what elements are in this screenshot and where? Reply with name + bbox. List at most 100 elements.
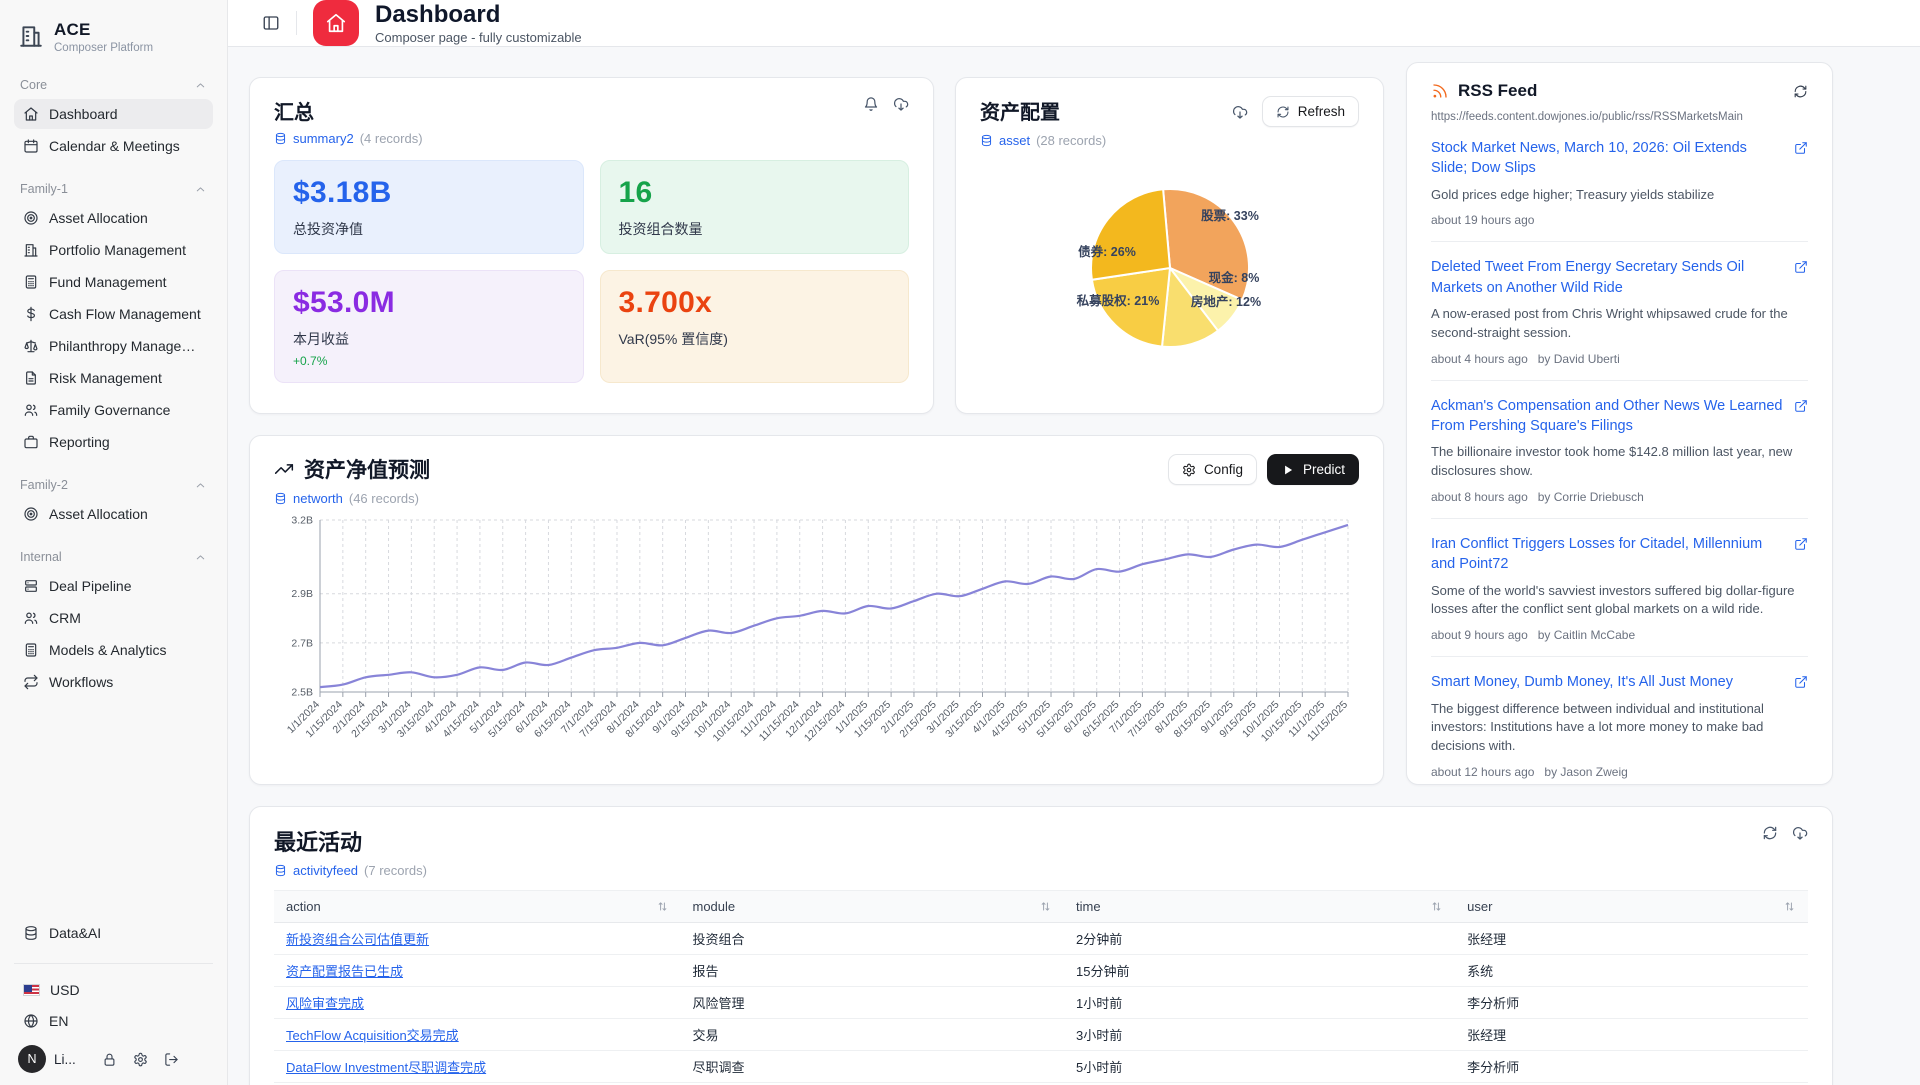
database-icon <box>274 492 287 505</box>
cloud-download-icon[interactable] <box>1792 825 1808 841</box>
rss-feed-card: RSS Feed https://feeds.content.dowjones.… <box>1406 62 1833 785</box>
chevron-up-icon[interactable] <box>194 183 207 196</box>
svg-text:2.9B: 2.9B <box>291 588 313 600</box>
cloud-download-icon[interactable] <box>893 96 909 112</box>
rss-item-link[interactable]: Iran Conflict Triggers Losses for Citade… <box>1431 534 1784 575</box>
sidebar-item-cash-flow-management[interactable]: Cash Flow Management <box>14 299 213 329</box>
rss-item-desc: The billionaire investor took home $142.… <box>1431 443 1808 481</box>
datasource-link[interactable]: summary2 <box>293 131 354 146</box>
sidebar-toggle-button[interactable] <box>262 14 280 32</box>
column-header-action[interactable]: action <box>274 891 681 923</box>
external-link-icon[interactable] <box>1794 537 1808 551</box>
app: ACE Composer Platform Core Dashboard Cal… <box>0 0 1920 1085</box>
target-icon <box>23 210 39 226</box>
dollar-icon <box>23 306 39 322</box>
refresh-icon[interactable] <box>1762 825 1778 841</box>
content: 汇总 summary2 (4 records) <box>228 47 1920 1085</box>
sidebar-item-dashboard[interactable]: Dashboard <box>14 99 213 129</box>
rss-item-link[interactable]: Smart Money, Dumb Money, It's All Just M… <box>1431 672 1784 692</box>
database-icon <box>23 925 39 941</box>
logout-button[interactable] <box>164 1052 179 1067</box>
sidebar-item-crm[interactable]: CRM <box>14 603 213 633</box>
svg-text:3.2B: 3.2B <box>291 515 313 527</box>
stat-value: 16 <box>619 176 891 210</box>
config-button[interactable]: Config <box>1168 454 1257 485</box>
refresh-button[interactable]: Refresh <box>1262 96 1359 127</box>
sidebar-item-models-analytics[interactable]: Models & Analytics <box>14 635 213 665</box>
stat-label: 本月收益 <box>293 329 565 349</box>
app-title: ACE <box>54 20 153 40</box>
datasource-link[interactable]: networth <box>293 491 343 506</box>
refresh-icon <box>1276 105 1290 119</box>
sidebar-item-philanthropy-management[interactable]: Philanthropy Management <box>14 331 213 361</box>
avatar[interactable]: N <box>18 1045 46 1073</box>
predict-button[interactable]: Predict <box>1267 454 1359 485</box>
sort-icon[interactable] <box>656 900 669 913</box>
sidebar-item-data-ai[interactable]: Data&AI <box>14 918 213 948</box>
chevron-up-icon[interactable] <box>194 479 207 492</box>
sidebar-item-asset-allocation[interactable]: Asset Allocation <box>14 203 213 233</box>
external-link-icon[interactable] <box>1794 399 1808 413</box>
sidebar-item-asset-allocation-2[interactable]: Asset Allocation <box>14 499 213 529</box>
bell-icon[interactable] <box>863 96 879 112</box>
external-link-icon[interactable] <box>1794 141 1808 155</box>
external-link-icon[interactable] <box>1794 675 1808 689</box>
cloud-download-icon[interactable] <box>1232 104 1248 120</box>
external-link-icon[interactable] <box>1794 260 1808 274</box>
svg-text:2.7B: 2.7B <box>291 637 313 649</box>
table-row: 资产配置报告已生成 报告 15分钟前 系统 <box>274 955 1808 987</box>
sidebar-item-reporting[interactable]: Reporting <box>14 427 213 457</box>
rss-item-link[interactable]: Deleted Tweet From Energy Secretary Send… <box>1431 257 1784 298</box>
calculator-icon <box>23 642 39 658</box>
allocation-datasource: asset (28 records) <box>980 133 1359 148</box>
rss-item: Stock Market News, March 10, 2026: Oil E… <box>1431 123 1808 242</box>
currency-selector[interactable]: USD <box>14 975 213 1005</box>
asset-allocation-pie-chart: 股票: 33%现金: 8%房地产: 12%私募股权: 21%债券: 26% <box>980 152 1359 384</box>
users-icon <box>23 610 39 626</box>
database-icon <box>274 132 287 145</box>
table-row: DataFlow Investment尽职调查完成 尽职调查 5小时前 李分析师 <box>274 1051 1808 1083</box>
home-icon <box>23 106 39 122</box>
sidebar-item-risk-management[interactable]: Risk Management <box>14 363 213 393</box>
sort-icon[interactable] <box>1039 900 1052 913</box>
main-area: Dashboard Composer page - fully customiz… <box>228 0 1920 1085</box>
settings-button[interactable] <box>133 1052 148 1067</box>
sidebar-item-family-governance[interactable]: Family Governance <box>14 395 213 425</box>
action-link[interactable]: 资产配置报告已生成 <box>286 964 403 979</box>
action-link[interactable]: 风险审查完成 <box>286 996 364 1011</box>
sort-icon[interactable] <box>1783 900 1796 913</box>
forecast-card: 资产净值预测 Config Predict <box>249 435 1384 785</box>
sidebar-item-deal-pipeline[interactable]: Deal Pipeline <box>14 571 213 601</box>
networth-line-chart: 2.5B2.7B2.9B3.2B1/1/20241/15/20242/1/202… <box>274 512 1360 758</box>
datasource-link[interactable]: activityfeed <box>293 863 358 878</box>
action-link[interactable]: TechFlow Acquisition交易完成 <box>286 1028 459 1043</box>
sidebar-item-workflows[interactable]: Workflows <box>14 667 213 697</box>
sidebar-item-portfolio-management[interactable]: Portfolio Management <box>14 235 213 265</box>
datasource-link[interactable]: asset <box>999 133 1030 148</box>
refresh-icon[interactable] <box>1793 84 1808 99</box>
chevron-up-icon[interactable] <box>194 79 207 92</box>
chevron-up-icon[interactable] <box>194 551 207 564</box>
summary-datasource: summary2 (4 records) <box>274 131 909 146</box>
sort-icon[interactable] <box>1430 900 1443 913</box>
rss-item-link[interactable]: Stock Market News, March 10, 2026: Oil E… <box>1431 138 1784 179</box>
sidebar-section-core: Core <box>14 78 213 92</box>
svg-text:现金: 8%: 现金: 8% <box>1209 270 1260 285</box>
sidebar-item-calendar-meetings[interactable]: Calendar & Meetings <box>14 131 213 161</box>
column-header-time[interactable]: time <box>1064 891 1455 923</box>
action-link[interactable]: DataFlow Investment尽职调查完成 <box>286 1060 486 1075</box>
stat-delta: +0.7% <box>293 354 565 368</box>
rss-item: Smart Money, Dumb Money, It's All Just M… <box>1431 657 1808 785</box>
sidebar-item-fund-management[interactable]: Fund Management <box>14 267 213 297</box>
lock-button[interactable] <box>102 1052 117 1067</box>
language-selector[interactable]: EN <box>14 1006 213 1036</box>
rss-item-meta: about 19 hours ago <box>1431 213 1808 227</box>
app-subtitle: Composer Platform <box>54 42 153 54</box>
rss-item-link[interactable]: Ackman's Compensation and Other News We … <box>1431 396 1784 437</box>
repeat-icon <box>23 674 39 690</box>
action-link[interactable]: 新投资组合公司估值更新 <box>286 932 429 947</box>
column-header-module[interactable]: module <box>681 891 1065 923</box>
calculator-icon <box>23 274 39 290</box>
table-row: TechFlow Acquisition交易完成 交易 3小时前 张经理 <box>274 1019 1808 1051</box>
column-header-user[interactable]: user <box>1455 891 1808 923</box>
